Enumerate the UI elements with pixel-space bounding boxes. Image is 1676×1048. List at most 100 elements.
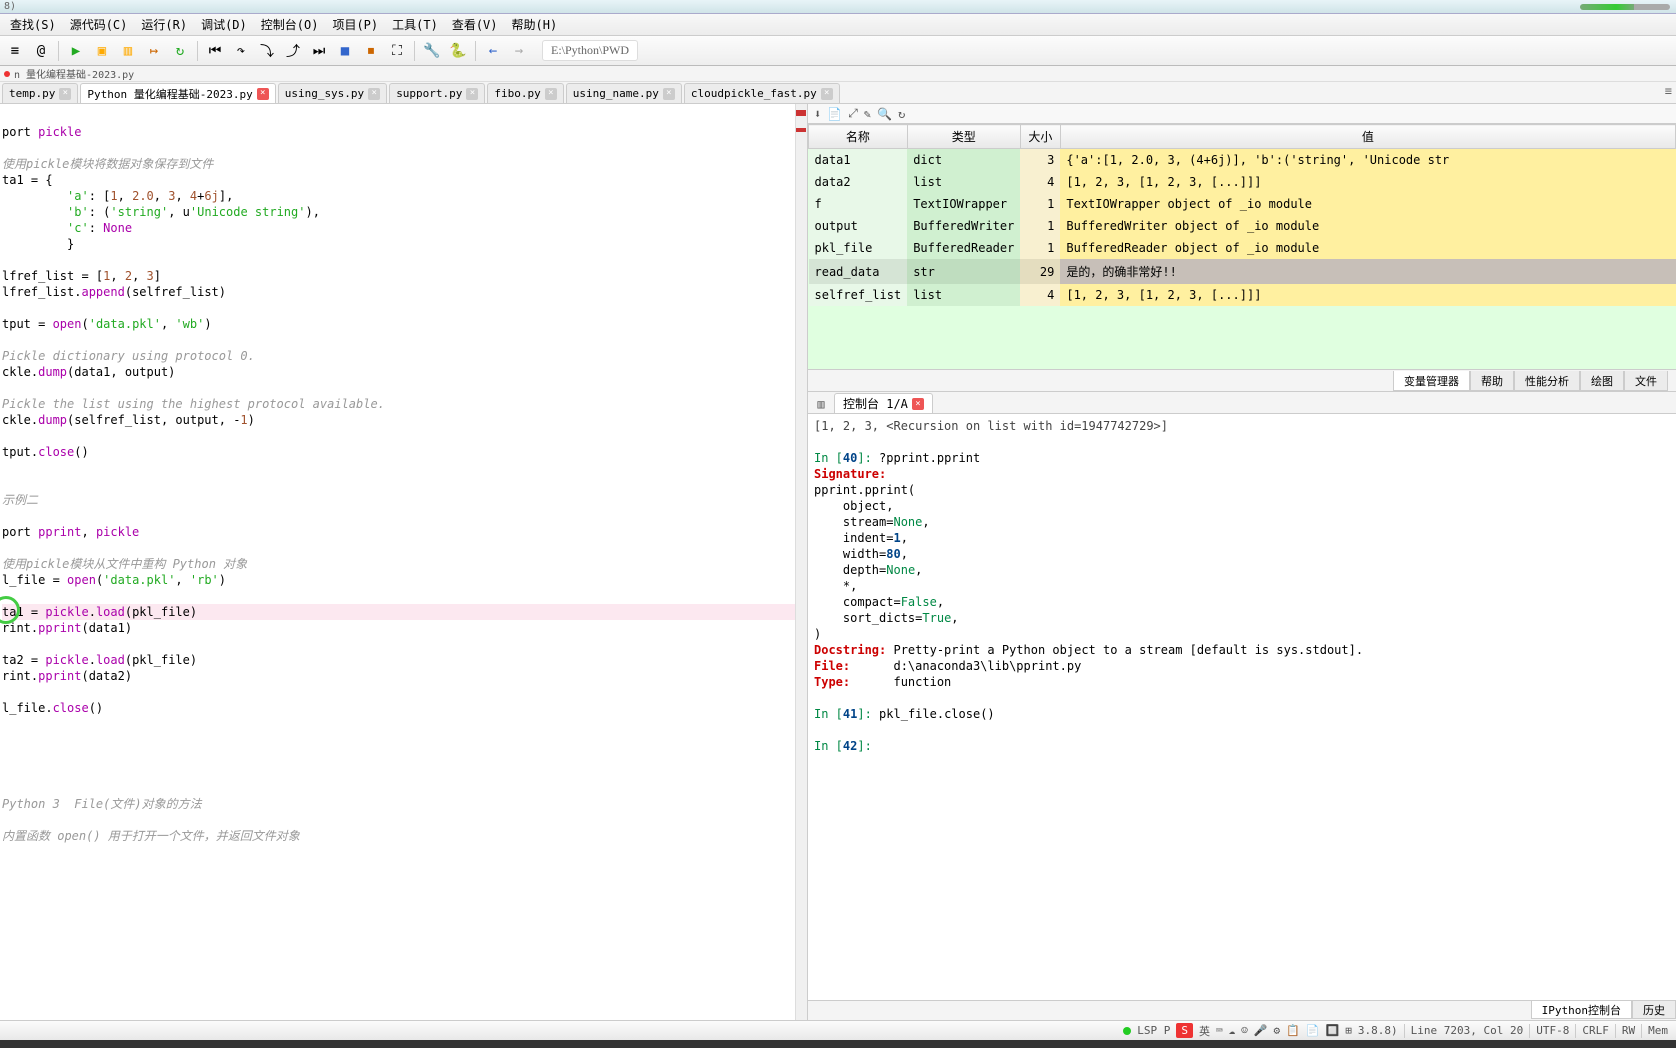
- code-editor[interactable]: port pickle 使用pickle模块将数据对象保存到文件 ta1 = {…: [0, 104, 808, 1020]
- status-icon[interactable]: ⚙: [1274, 1024, 1281, 1037]
- file-tab-label: using_name.py: [573, 87, 659, 100]
- status-perm[interactable]: RW: [1622, 1024, 1635, 1037]
- continue-icon[interactable]: ⏭: [308, 40, 330, 62]
- status-icon[interactable]: ☁: [1229, 1024, 1236, 1037]
- console-tab[interactable]: 控制台 1/A ×: [834, 393, 933, 413]
- var-cell-value: BufferedReader object of _io module: [1060, 237, 1675, 259]
- status-icon[interactable]: 🔲: [1326, 1024, 1340, 1037]
- search-icon[interactable]: 🔍: [877, 107, 892, 121]
- var-cell-value: {'a':[1, 2.0, 3, (4+6j)], 'b':('string',…: [1060, 149, 1675, 172]
- console-tab-label: 控制台 1/A: [843, 395, 908, 412]
- close-icon[interactable]: ×: [912, 398, 924, 410]
- variable-row[interactable]: pkl_fileBufferedReader1BufferedReader ob…: [809, 237, 1676, 259]
- close-icon[interactable]: ×: [545, 88, 557, 100]
- menu-item[interactable]: 运行(R): [135, 14, 193, 35]
- status-python-version[interactable]: 3.8.8): [1358, 1024, 1398, 1037]
- menu-item[interactable]: 项目(P): [326, 14, 384, 35]
- status-lsp[interactable]: LSP P: [1137, 1024, 1170, 1037]
- window-activity-indicator: [1580, 4, 1670, 10]
- run-cell-icon[interactable]: ▣: [91, 40, 113, 62]
- fit-icon[interactable]: ⤢: [848, 106, 858, 121]
- close-icon[interactable]: ×: [257, 88, 269, 100]
- close-icon[interactable]: ×: [821, 88, 833, 100]
- close-icon[interactable]: ×: [368, 88, 380, 100]
- file-tab[interactable]: using_sys.py×: [278, 83, 387, 103]
- status-icon[interactable]: ⊞: [1345, 1024, 1352, 1037]
- run-selection-icon[interactable]: ↦: [143, 40, 165, 62]
- status-icon[interactable]: 🎤: [1254, 1024, 1268, 1037]
- close-icon[interactable]: ×: [59, 88, 71, 100]
- working-dir-path[interactable]: E:\Python\PWD: [542, 40, 638, 61]
- variable-row[interactable]: read_datastr29是的，的确非常好!!: [809, 259, 1676, 284]
- exit-debug-icon[interactable]: ⏹: [360, 40, 382, 62]
- variable-row[interactable]: data2list4[1, 2, 3, [1, 2, 3, [...]]]: [809, 171, 1676, 193]
- nav-back-icon[interactable]: ←: [482, 40, 504, 62]
- at-icon[interactable]: @: [30, 40, 52, 62]
- status-eol[interactable]: CRLF: [1582, 1024, 1609, 1037]
- restart-icon[interactable]: ↻: [169, 40, 191, 62]
- refresh-icon[interactable]: ↻: [898, 107, 905, 121]
- file-tab[interactable]: support.py×: [389, 83, 485, 103]
- status-encoding[interactable]: UTF-8: [1536, 1024, 1569, 1037]
- save-icon[interactable]: ⬇: [814, 107, 821, 121]
- editor-scrollbar[interactable]: [795, 104, 807, 1020]
- variable-table[interactable]: 名称类型大小值 data1dict3{'a':[1, 2.0, 3, (4+6j…: [808, 124, 1676, 306]
- menu-item[interactable]: 帮助(H): [506, 14, 564, 35]
- var-cell-size: 4: [1020, 284, 1060, 306]
- file-tab[interactable]: Python 量化编程基础-2023.py×: [80, 83, 275, 103]
- nav-fwd-icon[interactable]: →: [508, 40, 530, 62]
- var-panel-tab[interactable]: 性能分析: [1514, 371, 1580, 391]
- wrench-icon[interactable]: 🔧: [421, 40, 443, 62]
- menu-item[interactable]: 源代码(C): [64, 14, 134, 35]
- step-out-icon[interactable]: ⤴: [282, 40, 304, 62]
- variable-row[interactable]: selfref_listlist4[1, 2, 3, [1, 2, 3, [..…: [809, 284, 1676, 306]
- run-icon[interactable]: ▶: [65, 40, 87, 62]
- edit-icon[interactable]: ✎: [864, 107, 871, 121]
- menu-icon[interactable]: ≡: [4, 40, 26, 62]
- save-all-icon[interactable]: 📄: [827, 107, 842, 121]
- var-header[interactable]: 类型: [907, 125, 1020, 149]
- status-icon[interactable]: 📋: [1286, 1024, 1300, 1037]
- close-icon[interactable]: ×: [466, 88, 478, 100]
- maximize-icon[interactable]: ⛶: [386, 40, 408, 62]
- status-icon[interactable]: ⌨: [1216, 1024, 1223, 1037]
- console-bottom-tab[interactable]: 历史: [1632, 1001, 1676, 1019]
- var-header[interactable]: 大小: [1020, 125, 1060, 149]
- variable-row[interactable]: data1dict3{'a':[1, 2.0, 3, (4+6j)], 'b':…: [809, 149, 1676, 172]
- menu-item[interactable]: 查看(V): [446, 14, 504, 35]
- file-tab[interactable]: fibo.py×: [487, 83, 563, 103]
- run-cell-next-icon[interactable]: ▥: [117, 40, 139, 62]
- menu-item[interactable]: 调试(D): [195, 14, 253, 35]
- menu-item[interactable]: 工具(T): [386, 14, 444, 35]
- close-icon[interactable]: ×: [663, 88, 675, 100]
- var-cell-type: BufferedReader: [907, 237, 1020, 259]
- var-header[interactable]: 值: [1060, 125, 1675, 149]
- var-header[interactable]: 名称: [809, 125, 908, 149]
- var-panel-tab[interactable]: 绘图: [1580, 371, 1624, 391]
- menu-item[interactable]: 控制台(O): [255, 14, 325, 35]
- variable-row[interactable]: fTextIOWrapper1TextIOWrapper object of _…: [809, 193, 1676, 215]
- python-icon[interactable]: 🐍: [447, 40, 469, 62]
- var-panel-tab[interactable]: 变量管理器: [1393, 371, 1470, 391]
- debug-start-icon[interactable]: ⏮: [204, 40, 226, 62]
- console-menu-icon[interactable]: ▥: [812, 395, 830, 413]
- var-panel-tab[interactable]: 帮助: [1470, 371, 1514, 391]
- file-tab[interactable]: cloudpickle_fast.py×: [684, 83, 840, 103]
- status-ime-lang[interactable]: 英: [1199, 1023, 1210, 1039]
- ime-badge[interactable]: S: [1176, 1023, 1193, 1038]
- status-icon[interactable]: 📄: [1306, 1024, 1320, 1037]
- tabs-menu-icon[interactable]: ≡: [1665, 84, 1672, 98]
- var-panel-tab[interactable]: 文件: [1624, 371, 1668, 391]
- console-bottom-tab[interactable]: IPython控制台: [1531, 1001, 1632, 1019]
- file-tab[interactable]: using_name.py ×: [566, 83, 682, 103]
- console-output[interactable]: [1, 2, 3, <Recursion on list with id=194…: [808, 414, 1676, 1000]
- status-icon[interactable]: ☺: [1241, 1024, 1248, 1037]
- status-line-col[interactable]: Line 7203, Col 20: [1411, 1024, 1524, 1037]
- step-over-icon[interactable]: ↷: [230, 40, 252, 62]
- file-tab[interactable]: temp.py×: [2, 83, 78, 103]
- status-mem[interactable]: Mem: [1648, 1024, 1668, 1037]
- menu-item[interactable]: 查找(S): [4, 14, 62, 35]
- stop-icon[interactable]: ■: [334, 40, 356, 62]
- variable-row[interactable]: outputBufferedWriter1BufferedWriter obje…: [809, 215, 1676, 237]
- step-in-icon[interactable]: ⤵: [256, 40, 278, 62]
